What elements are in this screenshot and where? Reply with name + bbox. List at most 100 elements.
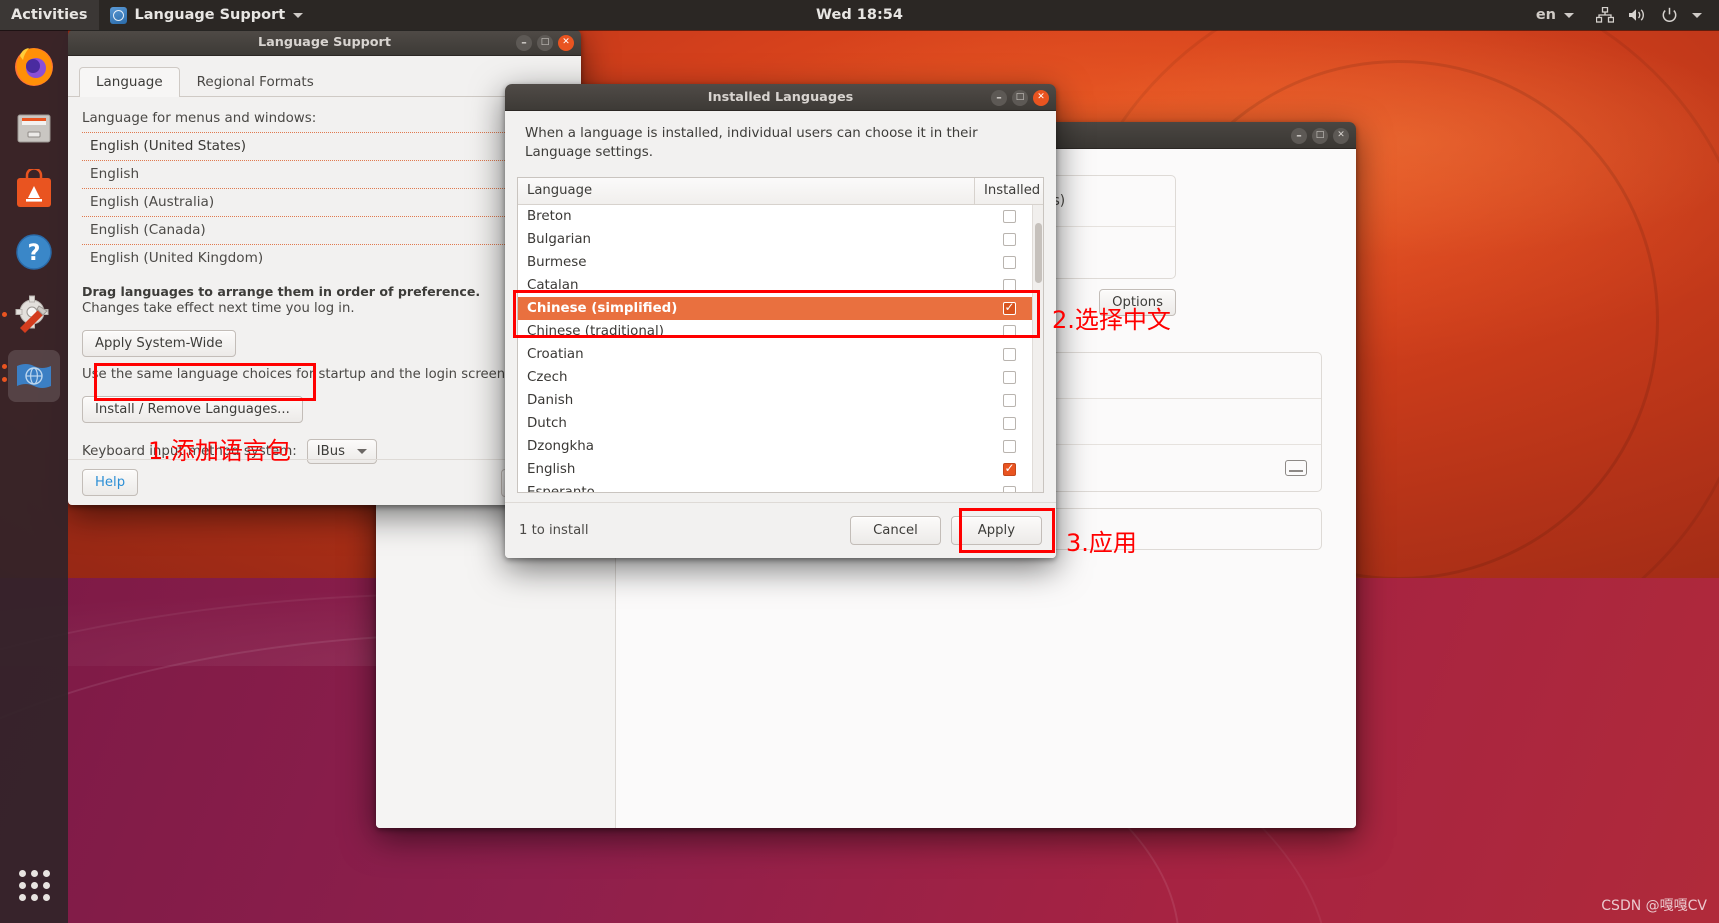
installed-checkbox[interactable] bbox=[1002, 416, 1016, 430]
keyboard-layout-indicator[interactable]: en bbox=[1525, 0, 1585, 30]
status-menu[interactable]: en bbox=[1525, 0, 1719, 30]
installed-languages-table: Language Installed Breton Bulgarian Burmes… bbox=[517, 176, 1044, 493]
grid-dots-icon bbox=[18, 870, 50, 901]
top-bar: Activities Language Support Wed 18:54 en bbox=[0, 0, 1719, 30]
table-body: Breton Bulgarian Burmese Catalan Chinese (si… bbox=[518, 205, 1043, 492]
installed-checkbox[interactable] bbox=[1002, 393, 1016, 407]
column-header-language[interactable]: Language bbox=[518, 177, 975, 204]
table-row[interactable]: Breton bbox=[518, 205, 1043, 228]
power-icon bbox=[1662, 7, 1677, 22]
help-button[interactable]: Help bbox=[82, 469, 139, 496]
table-row[interactable]: Dzongkha bbox=[518, 435, 1043, 458]
minimize-icon[interactable] bbox=[1291, 127, 1307, 144]
app-menu-button[interactable]: Language Support bbox=[99, 0, 315, 30]
maximize-icon[interactable] bbox=[1012, 89, 1028, 106]
apply-button[interactable]: Apply bbox=[950, 516, 1042, 545]
maximize-icon[interactable] bbox=[537, 34, 553, 51]
list-item[interactable]: English (Australia) bbox=[82, 189, 567, 217]
show-applications-button[interactable] bbox=[0, 870, 68, 901]
help-icon: ? bbox=[16, 234, 52, 270]
minimize-icon[interactable] bbox=[991, 89, 1007, 106]
cell-language: Breton bbox=[527, 208, 572, 224]
cell-language: Danish bbox=[527, 392, 574, 408]
dock-item-help[interactable]: ? bbox=[8, 226, 60, 278]
dock-item-language-support[interactable] bbox=[2, 350, 60, 402]
running-indicator-dot bbox=[2, 377, 7, 382]
scrollbar-thumb[interactable] bbox=[1035, 222, 1042, 283]
language-support-titlebar[interactable]: Language Support bbox=[68, 29, 581, 56]
table-row[interactable]: Croatian bbox=[518, 343, 1043, 366]
installed-checkbox[interactable] bbox=[1002, 461, 1016, 476]
dock-item-ubuntu-software[interactable] bbox=[8, 164, 60, 216]
installed-checkbox[interactable] bbox=[1002, 370, 1016, 384]
column-header-installed[interactable]: Installed bbox=[975, 178, 1043, 204]
table-row[interactable]: Bulgarian bbox=[518, 228, 1043, 251]
cancel-button[interactable]: Cancel bbox=[850, 516, 941, 545]
installed-checkbox[interactable] bbox=[1002, 485, 1016, 492]
installed-checkbox[interactable] bbox=[1002, 255, 1016, 269]
cell-language: Catalan bbox=[527, 277, 579, 293]
table-row[interactable]: English bbox=[518, 458, 1043, 481]
installed-checkbox[interactable] bbox=[1002, 300, 1016, 315]
table-row[interactable]: Burmese bbox=[518, 251, 1043, 274]
activities-label: Activities bbox=[11, 7, 88, 23]
installed-checkbox[interactable] bbox=[1002, 347, 1016, 361]
language-support-icon bbox=[17, 364, 51, 388]
keyboard-icon[interactable] bbox=[1285, 460, 1307, 476]
dock: ? bbox=[0, 30, 68, 923]
table-row[interactable]: Dutch bbox=[518, 412, 1043, 435]
dialog-footer: 1 to install Cancel Apply bbox=[505, 502, 1056, 558]
language-order-list[interactable]: English (United States) English English … bbox=[82, 132, 567, 272]
installed-checkbox[interactable] bbox=[1002, 324, 1016, 338]
activities-button[interactable]: Activities bbox=[0, 0, 99, 30]
table-row[interactable]: Czech bbox=[518, 366, 1043, 389]
list-item[interactable]: English bbox=[82, 161, 567, 189]
language-support-window-buttons bbox=[516, 29, 574, 56]
svg-text:?: ? bbox=[28, 241, 41, 266]
tab-regional-formats[interactable]: Regional Formats bbox=[180, 67, 331, 97]
close-icon[interactable] bbox=[1333, 127, 1349, 144]
apply-system-wide-button[interactable]: Apply System-Wide bbox=[82, 330, 236, 357]
dialog-scrollbar[interactable] bbox=[1032, 204, 1043, 492]
annotation-step-1: 1.添加语言包 bbox=[148, 437, 291, 465]
table-row[interactable]: Chinese (traditional) bbox=[518, 320, 1043, 343]
system-indicators[interactable] bbox=[1585, 0, 1713, 30]
installed-checkbox[interactable] bbox=[1002, 439, 1016, 453]
tab-language[interactable]: Language bbox=[79, 67, 180, 97]
install-remove-languages-button[interactable]: Install / Remove Languages... bbox=[82, 396, 303, 423]
language-support-icon bbox=[109, 6, 127, 24]
close-icon[interactable] bbox=[1033, 89, 1049, 106]
install-status: 1 to install bbox=[519, 523, 589, 538]
installed-checkbox[interactable] bbox=[1002, 278, 1016, 292]
cell-language: English bbox=[527, 461, 576, 477]
ubuntu-software-icon bbox=[17, 169, 51, 207]
chevron-down-icon bbox=[1692, 12, 1702, 18]
list-item[interactable]: English (Canada) bbox=[82, 217, 567, 245]
close-icon[interactable] bbox=[558, 34, 574, 51]
running-indicator-dot bbox=[2, 312, 7, 317]
installed-checkbox[interactable] bbox=[1002, 209, 1016, 223]
chevron-down-icon bbox=[293, 12, 304, 18]
list-item[interactable]: English (United Kingdom) bbox=[82, 245, 567, 272]
cell-language: Dutch bbox=[527, 415, 567, 431]
dock-item-software-updater[interactable] bbox=[2, 288, 60, 340]
table-row[interactable]: Esperanto bbox=[518, 481, 1043, 492]
keyboard-input-method-value: IBus bbox=[316, 444, 345, 459]
watermark: CSDN @嘎嘎CV bbox=[1601, 898, 1707, 914]
dock-item-firefox[interactable] bbox=[8, 40, 60, 92]
dialog-titlebar[interactable]: Installed Languages bbox=[505, 84, 1056, 111]
installed-checkbox[interactable] bbox=[1002, 232, 1016, 246]
table-row[interactable]: Danish bbox=[518, 389, 1043, 412]
list-item[interactable]: English (United States) bbox=[82, 133, 567, 161]
table-row[interactable]: Catalan bbox=[518, 274, 1043, 297]
running-indicator-dot bbox=[2, 364, 7, 369]
annotation-step-3: 3.应用 bbox=[1066, 529, 1137, 557]
annotation-step-2: 2.选择中文 bbox=[1052, 306, 1171, 334]
minimize-icon[interactable] bbox=[516, 34, 532, 51]
dock-item-files[interactable] bbox=[8, 102, 60, 154]
settings-window-buttons bbox=[1291, 122, 1349, 149]
maximize-icon[interactable] bbox=[1312, 127, 1328, 144]
table-row[interactable]: Chinese (simplified) bbox=[518, 296, 1043, 320]
software-updates-icon bbox=[15, 295, 49, 333]
chevron-down-icon bbox=[1564, 12, 1574, 18]
